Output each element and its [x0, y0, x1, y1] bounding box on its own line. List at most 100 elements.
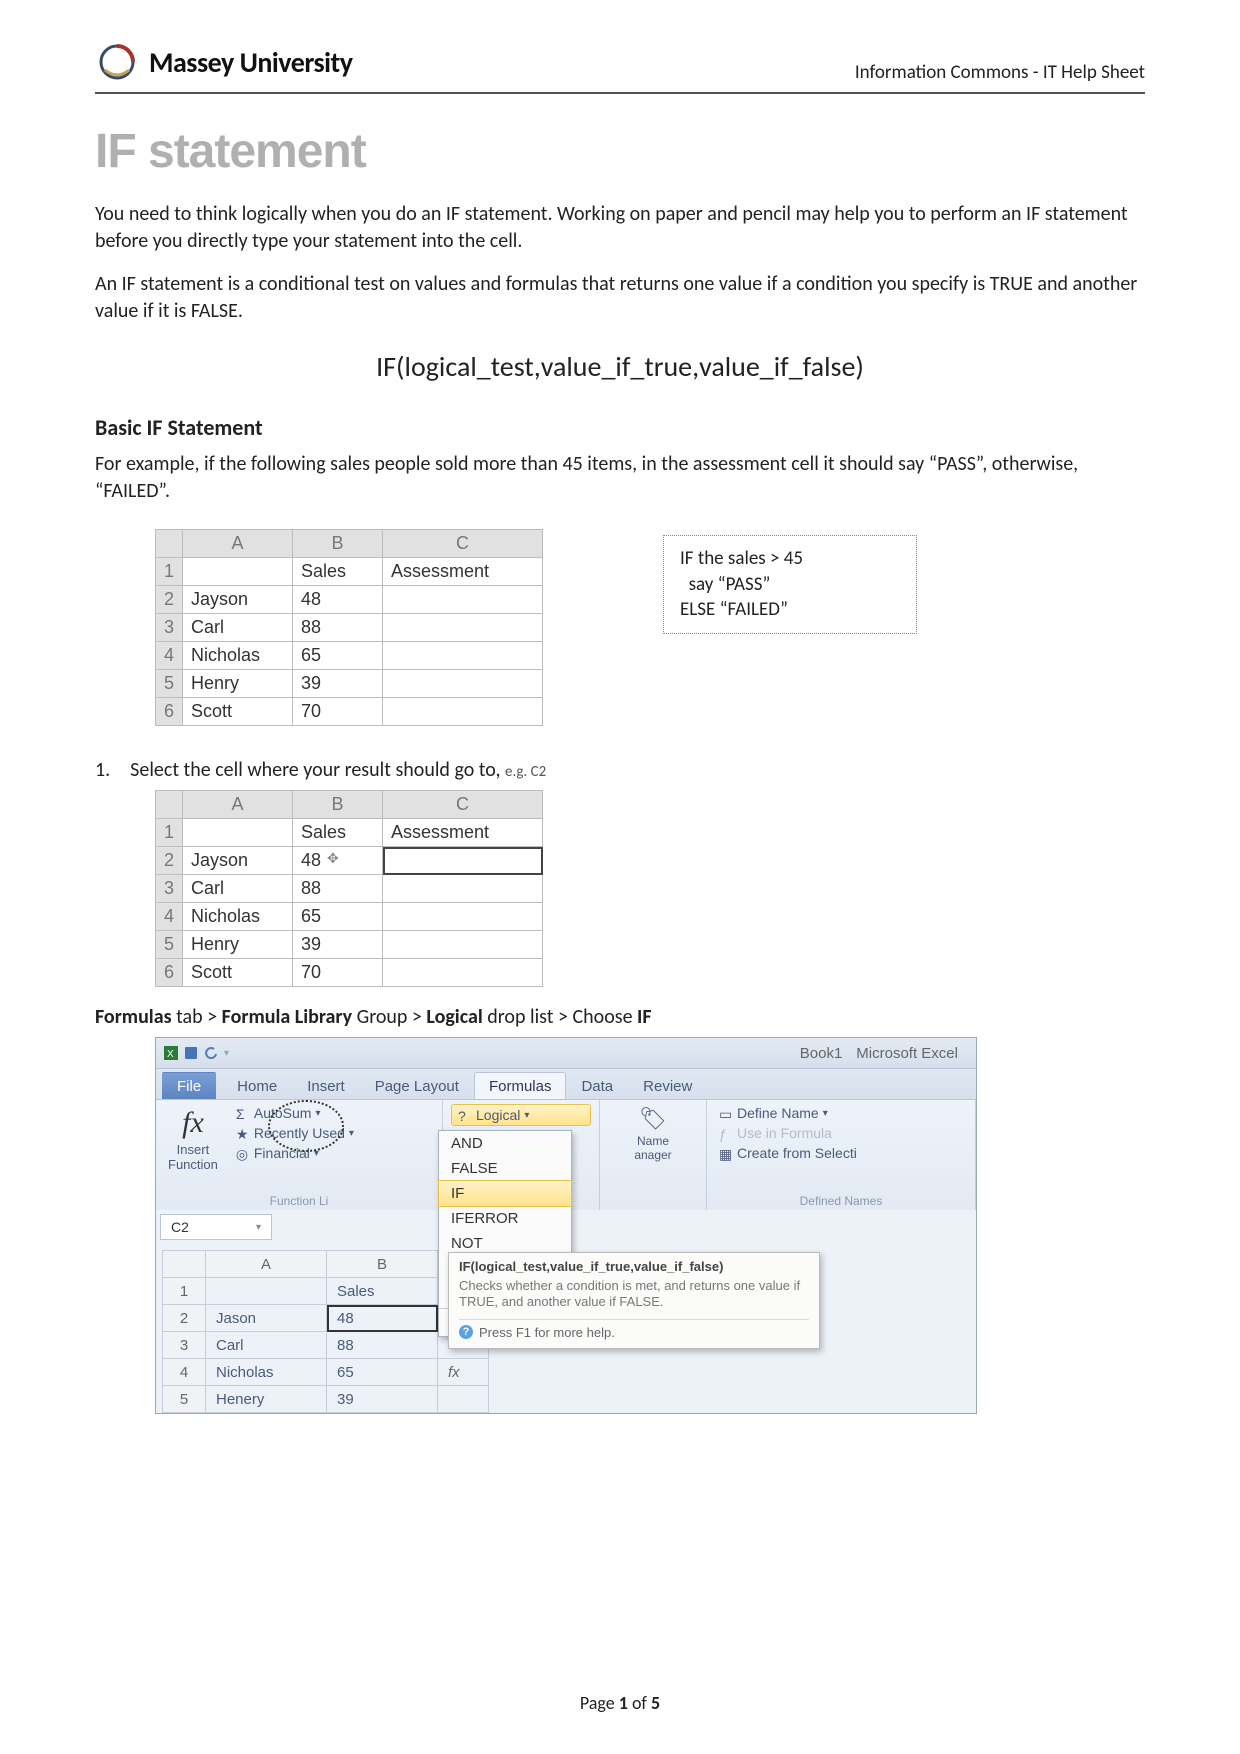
cell: 48	[293, 586, 383, 614]
tab-data[interactable]: Data	[566, 1072, 628, 1099]
cell	[383, 670, 543, 698]
create-from-selection-button[interactable]: ▦Create from Selecti	[715, 1144, 967, 1162]
cell: 65	[293, 903, 383, 931]
tab-page-layout[interactable]: Page Layout	[360, 1072, 474, 1099]
logo: Massey University	[95, 40, 352, 84]
note-line: say “PASS”	[680, 572, 900, 598]
group-name-manager: 🏷 Name anager	[600, 1100, 707, 1210]
group-label-function-library: Function Li	[164, 1192, 434, 1208]
cell: 48	[327, 1305, 438, 1332]
fx-cell: fx	[438, 1359, 489, 1386]
cell	[383, 875, 543, 903]
ribbon-tabs: File Home Insert Page Layout Formulas Da…	[156, 1069, 976, 1100]
workbook-title: Book1	[800, 1045, 843, 1062]
cell: Sales	[327, 1278, 438, 1305]
name-manager-label: Name anager	[634, 1134, 671, 1162]
cell	[383, 614, 543, 642]
cell: 65	[327, 1359, 438, 1386]
qat-dropdown-icon[interactable]: ▾	[224, 1048, 229, 1059]
page-number-total: 5	[651, 1692, 660, 1714]
cell: 70	[293, 698, 383, 726]
name-manager-button[interactable]: 🏷 Name anager	[608, 1104, 698, 1164]
tab-insert[interactable]: Insert	[292, 1072, 360, 1099]
name-box[interactable]: C2 ▾	[160, 1214, 272, 1240]
cell: Jason	[206, 1305, 327, 1332]
financial-label: Financial	[254, 1145, 310, 1161]
row-2-hdr: 2	[156, 586, 183, 614]
dd-if[interactable]: IF	[438, 1180, 572, 1207]
row-3-hdr: 3	[156, 875, 183, 903]
col-a-header: A	[183, 530, 293, 558]
basic-paragraph: For example, if the following sales peop…	[95, 451, 1145, 505]
define-name-label: Define Name	[737, 1105, 819, 1121]
cell: 39	[293, 931, 383, 959]
chevron-down-icon: ▾	[315, 1108, 320, 1119]
recently-used-button[interactable]: ★Recently Used▾	[232, 1124, 358, 1142]
cell: 70	[293, 959, 383, 987]
undo-icon[interactable]	[204, 1046, 218, 1060]
insert-function-button[interactable]: fx Insert Function	[164, 1104, 222, 1174]
tab-formulas[interactable]: Formulas	[474, 1072, 567, 1099]
step-1-text: 1. Select the cell where your result sho…	[95, 758, 505, 782]
mini-row-5: 5	[163, 1386, 206, 1413]
dd-and[interactable]: AND	[439, 1131, 571, 1156]
excel-titlebar: X ▾ Book1 Microsoft Excel	[156, 1038, 976, 1069]
page-number-prefix: Page	[580, 1692, 619, 1714]
chevron-down-icon[interactable]: ▾	[256, 1222, 261, 1233]
basic-heading: Basic IF Statement	[95, 414, 1145, 441]
cell: Nicholas	[183, 903, 293, 931]
tab-home[interactable]: Home	[222, 1072, 292, 1099]
page-footer: Page 1 of 5	[0, 1692, 1240, 1714]
dd-iferror[interactable]: IFERROR	[439, 1206, 571, 1231]
logical-dropdown-button[interactable]: ? Logical ▾	[451, 1104, 591, 1126]
chevron-down-icon: ▾	[314, 1148, 319, 1159]
cell: Nicholas	[183, 642, 293, 670]
ribbon-groups: fx Insert Function ΣAutoSum ▾ ★Recently …	[156, 1100, 976, 1210]
tab-file[interactable]: File	[162, 1072, 216, 1099]
cell	[383, 586, 543, 614]
tab-review[interactable]: Review	[628, 1072, 707, 1099]
cell: 88	[327, 1332, 438, 1359]
cell: Scott	[183, 698, 293, 726]
massey-swirl-icon	[95, 40, 139, 84]
step-1: 1. Select the cell where your result sho…	[95, 758, 1145, 782]
tooltip-title: IF(logical_test,value_if_true,value_if_f…	[459, 1259, 809, 1274]
mini-row-4: 4	[163, 1359, 206, 1386]
cell: Assessment	[383, 819, 543, 847]
select-all-corner	[163, 1251, 206, 1278]
dd-false[interactable]: FALSE	[439, 1156, 571, 1181]
financial-button[interactable]: ◎Financial ▾	[232, 1144, 358, 1162]
row-1-hdr: 1	[156, 558, 183, 586]
save-icon[interactable]	[184, 1046, 198, 1060]
cell: Henry	[183, 931, 293, 959]
select-all-corner	[156, 530, 183, 558]
note-line: IF the sales > 45	[680, 546, 900, 572]
path-sep: Group >	[352, 1005, 426, 1029]
tag-icon: 🏷	[639, 1106, 667, 1132]
cell-cut	[438, 1386, 489, 1413]
example-table-2: A B C 1SalesAssessment 2Jayson48 3Carl88…	[155, 790, 543, 987]
chevron-down-icon: ▾	[823, 1108, 828, 1119]
tooltip-body: Checks whether a condition is met, and r…	[459, 1278, 809, 1311]
intro-paragraph-2: An IF statement is a conditional test on…	[95, 271, 1145, 325]
formulas-path-line: Formulas tab > Formula Library Group > L…	[95, 1005, 1145, 1029]
selected-cell-c2[interactable]	[383, 847, 543, 875]
star-icon: ★	[236, 1126, 250, 1140]
define-name-button[interactable]: ▭Define Name ▾	[715, 1104, 967, 1122]
cell: Sales	[293, 819, 383, 847]
cell: Nicholas	[206, 1359, 327, 1386]
col-b-header: B	[293, 791, 383, 819]
example-table-1: A B C 1SalesAssessment 2Jayson48 3Carl88…	[155, 529, 543, 726]
mini-row-1: 1	[163, 1278, 206, 1305]
path-sep: tab >	[172, 1005, 222, 1029]
autosum-button[interactable]: ΣAutoSum ▾	[232, 1104, 358, 1122]
group-defined-names: ▭Define Name ▾ ƒUse in Formula ▦Create f…	[707, 1100, 976, 1210]
mini-col-b: B	[327, 1251, 438, 1278]
path-library: Formula Library	[222, 1005, 352, 1029]
grid-icon: ▦	[719, 1146, 733, 1160]
pseudo-code-note: IF the sales > 45 say “PASS” ELSE “FAILE…	[663, 535, 917, 634]
col-c-header: C	[383, 530, 543, 558]
path-if: IF	[637, 1005, 652, 1029]
mini-col-a: A	[206, 1251, 327, 1278]
use-in-formula-button: ƒUse in Formula	[715, 1124, 967, 1142]
